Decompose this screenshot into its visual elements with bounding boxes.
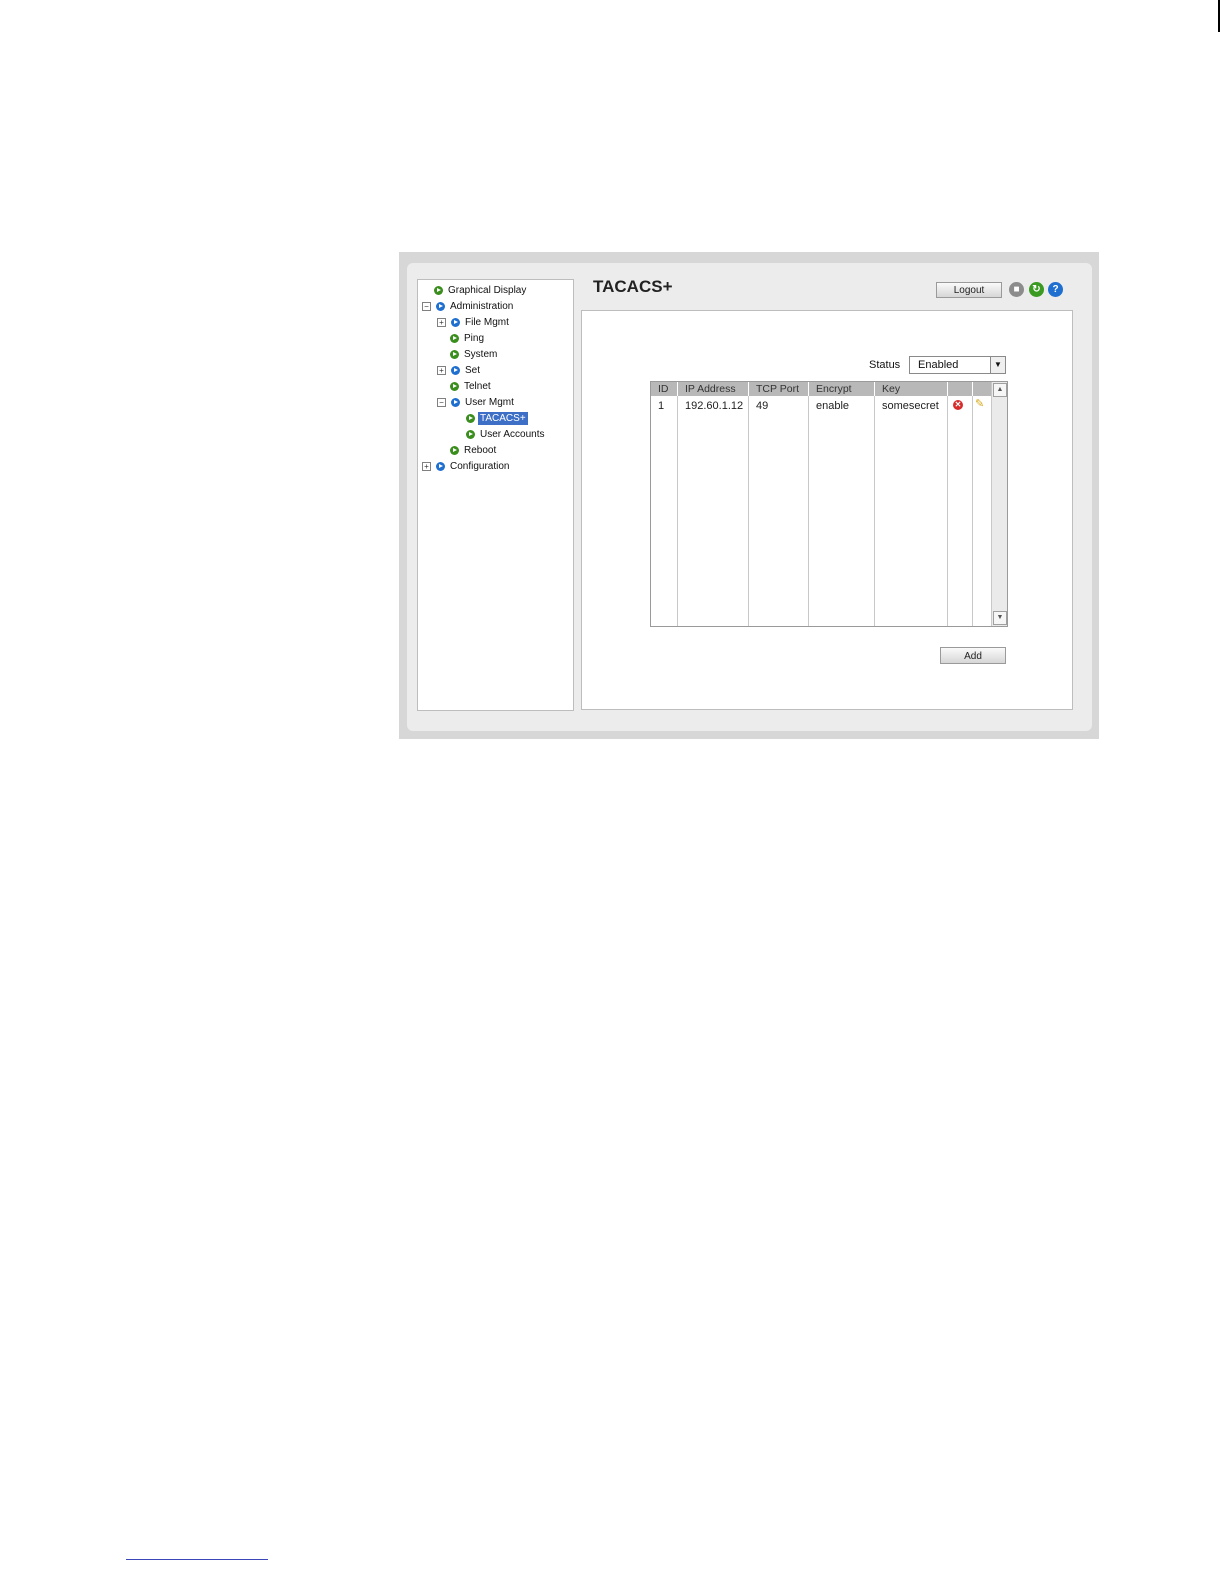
blue-arrow-icon: [436, 301, 445, 311]
expand-icon[interactable]: +: [422, 461, 431, 471]
edit-pencil-icon[interactable]: ✎: [975, 397, 984, 410]
add-button[interactable]: Add: [940, 647, 1006, 664]
tree-item-label: Ping: [464, 332, 485, 344]
tree-item-graphical-display[interactable]: Graphical Display: [434, 283, 528, 297]
column-encrypt: [809, 382, 875, 626]
tree-item-set[interactable]: + Set: [437, 363, 482, 377]
tree-item-configuration[interactable]: + Configuration: [422, 459, 511, 473]
status-label: Status: [869, 359, 901, 371]
tree-item-telnet[interactable]: Telnet: [450, 379, 493, 393]
column-id: [651, 382, 678, 626]
green-arrow-icon: [466, 413, 475, 423]
status-value: Enabled: [918, 359, 959, 371]
table-scrollbar[interactable]: ▲ ▼: [991, 382, 1007, 626]
header-key[interactable]: Key: [875, 382, 948, 396]
green-arrow-icon: [466, 429, 475, 439]
tree-item-label: Reboot: [464, 444, 497, 456]
tree-item-label: Set: [465, 364, 481, 376]
green-arrow-icon: [450, 333, 459, 343]
header-delete: [948, 382, 973, 396]
logout-button[interactable]: Logout: [936, 282, 1002, 298]
tree-item-label: File Mgmt: [465, 316, 509, 328]
content-panel: Status Enabled ▼ ID IP Address TCP Port …: [581, 310, 1073, 710]
green-arrow-icon: [450, 349, 459, 359]
column-key: [875, 382, 948, 626]
app-window: Graphical Display − Administration + Fil…: [407, 263, 1092, 731]
tree-item-user-accounts[interactable]: User Accounts: [466, 427, 546, 441]
cell-key: somesecret: [882, 400, 939, 412]
column-delete: [948, 382, 973, 626]
tree-item-reboot[interactable]: Reboot: [450, 443, 498, 457]
tree-item-label: Configuration: [450, 460, 510, 472]
tree-item-tacacs[interactable]: TACACS+: [466, 411, 528, 425]
blue-arrow-icon: [451, 317, 460, 327]
nav-tree: Graphical Display − Administration + Fil…: [417, 279, 574, 711]
footnote-rule: [126, 1559, 268, 1560]
expand-icon[interactable]: +: [437, 317, 446, 327]
column-edit: [973, 382, 992, 626]
header-edit: [973, 382, 992, 396]
scroll-down-icon[interactable]: ▼: [993, 611, 1007, 625]
tree-item-label: Administration: [450, 300, 514, 312]
tree-item-administration[interactable]: − Administration: [422, 299, 515, 313]
header-tcp-port[interactable]: TCP Port: [749, 382, 809, 396]
delete-icon[interactable]: ✕: [953, 400, 963, 410]
green-arrow-icon: [450, 445, 459, 455]
cell-tcp-port: 49: [756, 400, 769, 412]
dropdown-arrow-icon[interactable]: ▼: [990, 357, 1005, 373]
green-arrow-icon: [434, 285, 443, 295]
tree-item-ping[interactable]: Ping: [450, 331, 486, 345]
tree-item-label: System: [464, 348, 498, 360]
tree-item-label: User Mgmt: [465, 396, 514, 408]
page-edge-rule: [1218, 0, 1220, 32]
expand-icon[interactable]: +: [437, 365, 446, 375]
collapse-icon[interactable]: −: [422, 301, 431, 311]
screenshot-frame: Graphical Display − Administration + Fil…: [399, 252, 1099, 739]
header-id[interactable]: ID: [651, 382, 678, 396]
blue-arrow-icon: [451, 397, 460, 407]
tree-item-label: Graphical Display: [448, 284, 527, 296]
column-ip-address: [678, 382, 749, 626]
header-ip-address[interactable]: IP Address: [678, 382, 749, 396]
blue-arrow-icon: [451, 365, 460, 375]
cell-id: 1: [658, 400, 665, 412]
status-select[interactable]: Enabled ▼: [909, 356, 1006, 374]
save-icon[interactable]: ■: [1009, 282, 1024, 297]
header-encrypt[interactable]: Encrypt: [809, 382, 875, 396]
scroll-up-icon[interactable]: ▲: [993, 383, 1007, 397]
tacacs-server-table: ID IP Address TCP Port Encrypt Key 1 192…: [650, 381, 1008, 627]
tree-item-system[interactable]: System: [450, 347, 499, 361]
blue-arrow-icon: [436, 461, 445, 471]
tree-item-label: Telnet: [464, 380, 491, 392]
column-tcp-port: [749, 382, 809, 626]
tree-item-user-mgmt[interactable]: − User Mgmt: [437, 395, 516, 409]
collapse-icon[interactable]: −: [437, 397, 446, 407]
page-title: TACACS+: [593, 277, 673, 296]
cell-encrypt: enable: [816, 400, 850, 412]
help-icon[interactable]: ?: [1048, 282, 1063, 297]
tree-item-label-selected: TACACS+: [478, 411, 528, 425]
tree-item-file-mgmt[interactable]: + File Mgmt: [437, 315, 511, 329]
cell-ip-address: 192.60.1.12: [685, 400, 744, 412]
refresh-icon[interactable]: ↻: [1029, 282, 1044, 297]
green-arrow-icon: [450, 381, 459, 391]
tree-item-label: User Accounts: [480, 428, 545, 440]
